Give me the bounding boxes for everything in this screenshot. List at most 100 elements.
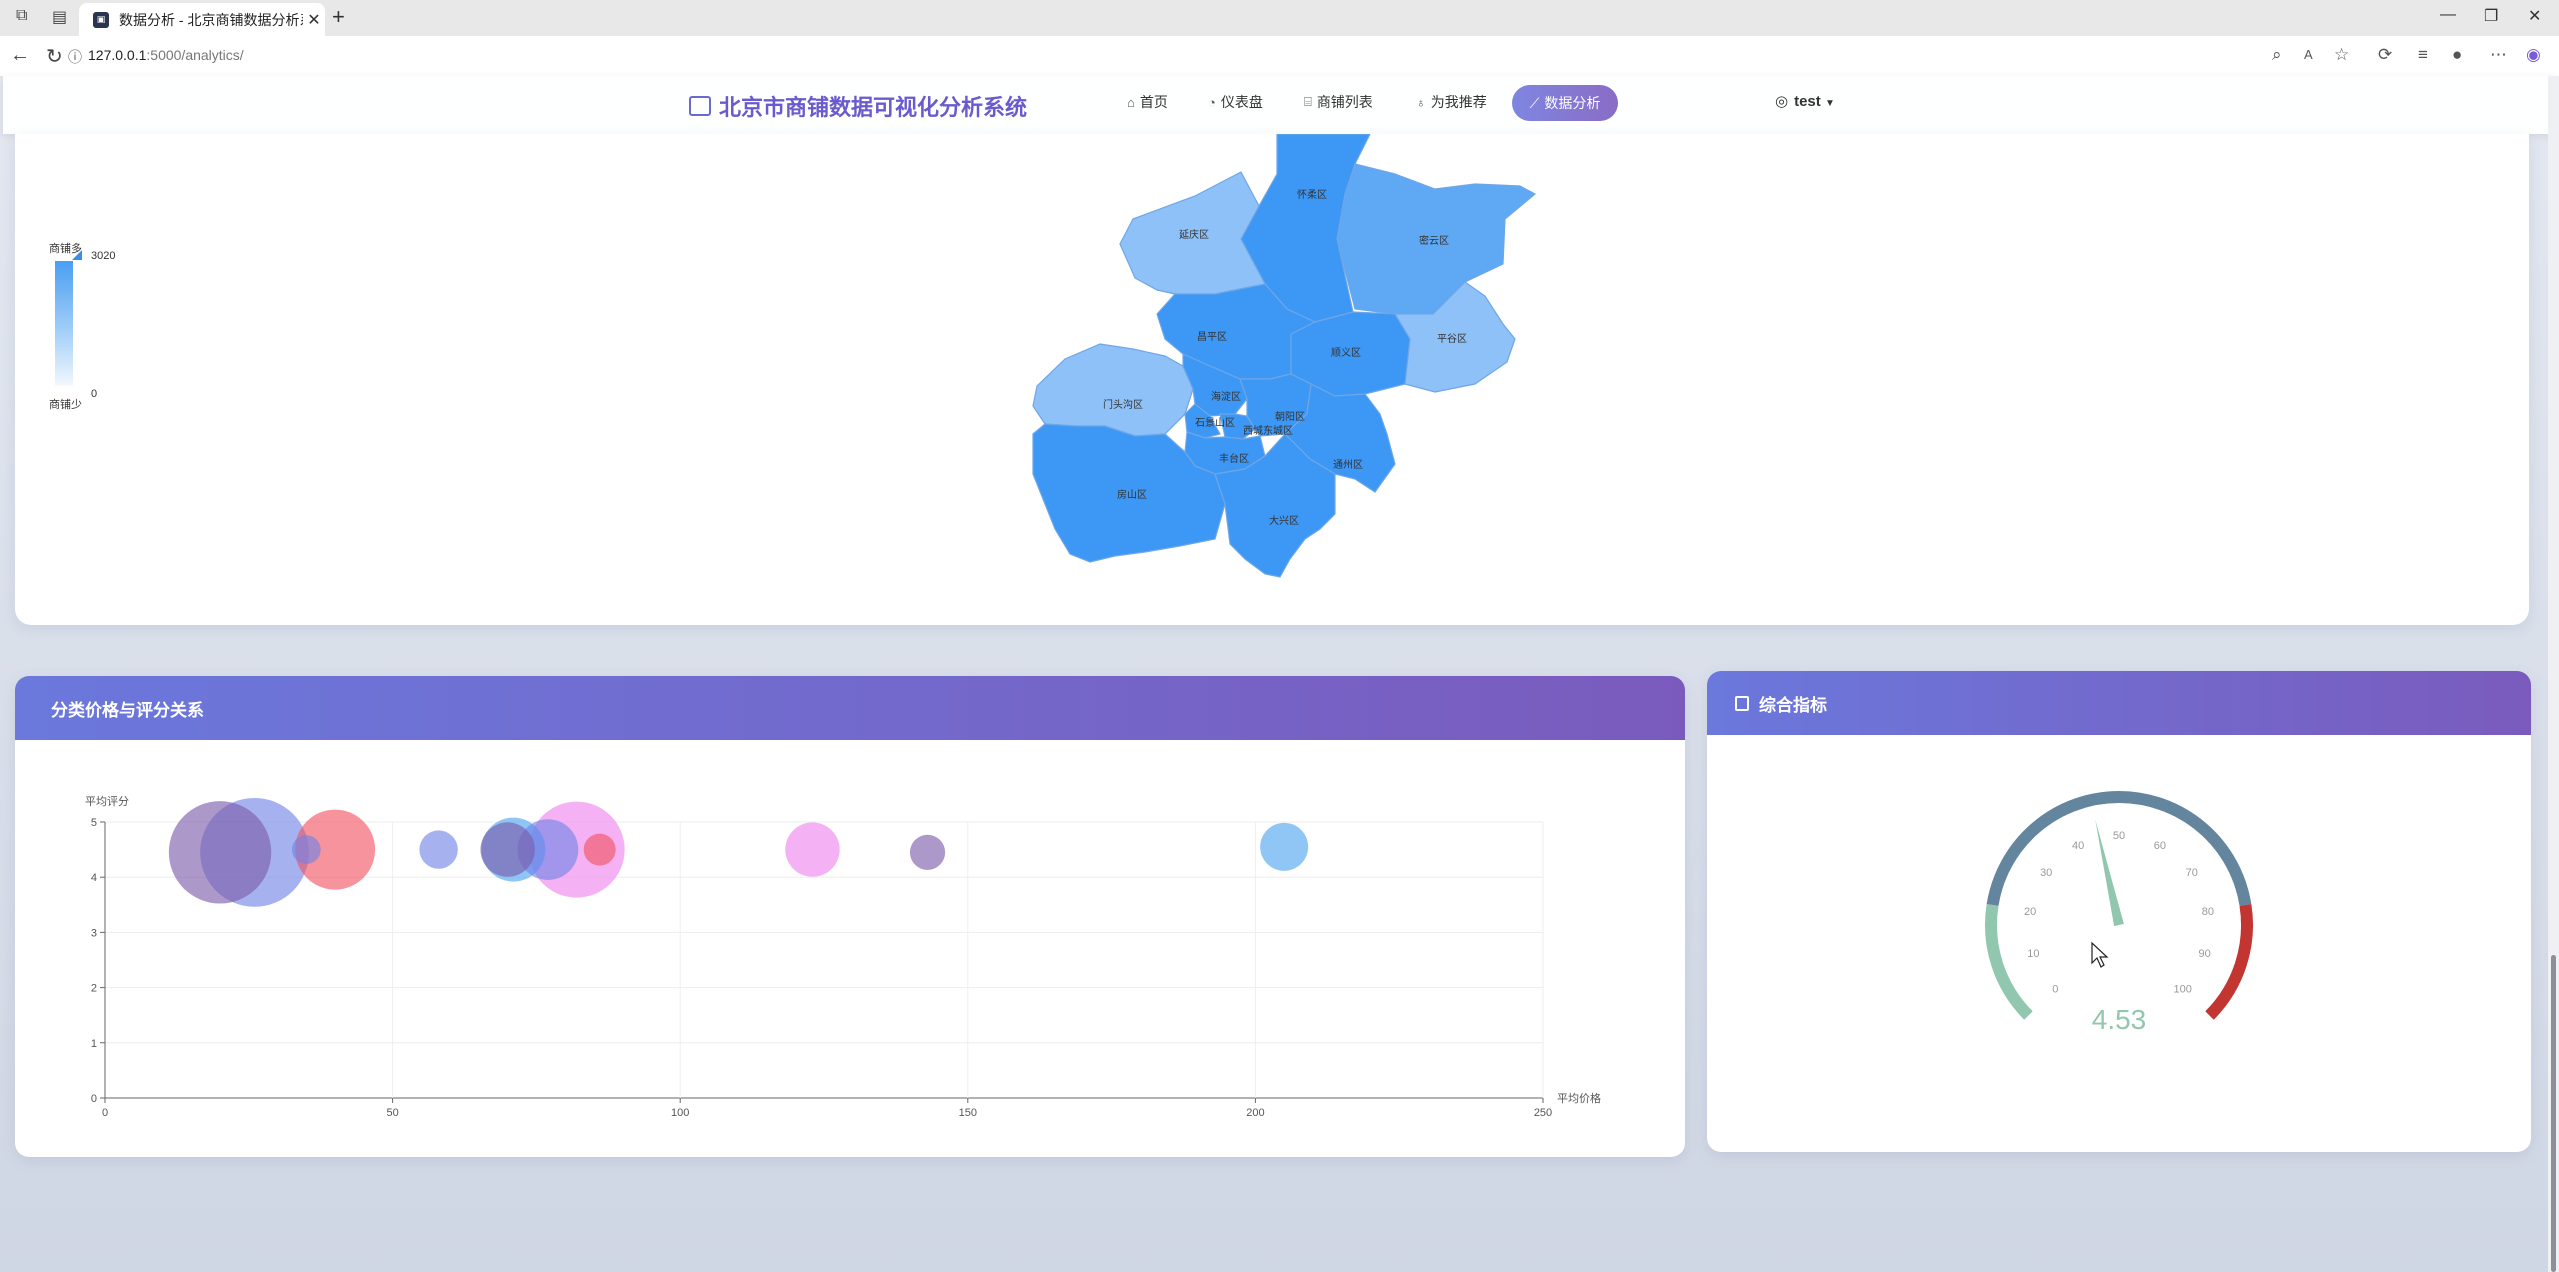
bubble-chart: 0123450 50 100 150 200 250平均评分平均价格 bbox=[85, 795, 1601, 1119]
bubble-point[interactable] bbox=[168, 801, 272, 904]
gauge-card: 综合指标 0 10 20 30 40 50 60 70 80 90 100 4.53 bbox=[1707, 671, 2531, 1152]
tab-actions-icon[interactable]: ▤ bbox=[52, 7, 67, 27]
gauge-tick-label: 80 bbox=[2202, 906, 2214, 918]
y-tick-label: 2 bbox=[91, 983, 97, 995]
favicon-icon: ▣ bbox=[93, 11, 109, 28]
more-icon[interactable]: ⋯ bbox=[2490, 45, 2507, 65]
x-axis-label: 平均价格 bbox=[1557, 1091, 1601, 1105]
minimize-icon[interactable]: — bbox=[2440, 6, 2456, 24]
bubble-point[interactable] bbox=[909, 834, 946, 870]
gauge-tick bbox=[2223, 872, 2230, 877]
gauge-tick bbox=[2161, 811, 2165, 818]
gauge-tick bbox=[2227, 883, 2234, 887]
nav-analytics-label: 数据分析 bbox=[1544, 95, 1601, 111]
gauge-tick bbox=[1997, 939, 2004, 941]
nav-recommend[interactable]: ♁ 为我推荐 bbox=[1416, 92, 1487, 112]
gauge-tick bbox=[2024, 998, 2030, 1004]
gauge-tick bbox=[2035, 835, 2040, 841]
collections-icon[interactable]: ≡ bbox=[2418, 45, 2428, 65]
bubble-point[interactable] bbox=[480, 822, 535, 877]
gauge-tick bbox=[2220, 980, 2227, 985]
gauge-tick bbox=[2205, 843, 2211, 849]
extensions-icon[interactable]: ⟳ bbox=[2378, 45, 2392, 65]
github-icon[interactable]: ● bbox=[2452, 45, 2462, 65]
dashboard-icon: ◔ bbox=[1208, 94, 1216, 110]
bubble-point[interactable] bbox=[419, 830, 458, 869]
scrollbar-thumb[interactable] bbox=[2551, 955, 2556, 1272]
copilot-icon[interactable]: ◉ bbox=[2526, 45, 2541, 65]
y-tick-label: 1 bbox=[91, 1038, 97, 1050]
favorite-star-icon[interactable]: ☆ bbox=[2334, 45, 2349, 65]
beijing-map bbox=[1032, 134, 1537, 578]
district-mentougou[interactable] bbox=[1032, 343, 1194, 437]
restore-icon[interactable]: ❐ bbox=[2484, 6, 2498, 26]
gauge-tick bbox=[2231, 894, 2238, 897]
nav-recommend-label: 为我推荐 bbox=[1430, 94, 1487, 110]
bubble-point[interactable] bbox=[1260, 822, 1309, 871]
store-icon: ⌸ bbox=[1304, 94, 1312, 109]
map-label-pinggu: 平谷区 bbox=[1437, 334, 1467, 345]
nav-dashboard[interactable]: ◔ 仪表盘 bbox=[1208, 92, 1263, 112]
gauge-tick bbox=[2218, 862, 2225, 867]
lightbulb-icon: ♁ bbox=[1416, 94, 1426, 110]
brand-title: 北京市商铺数据可视化分析系统 bbox=[719, 95, 1028, 120]
gauge-tick bbox=[2129, 803, 2131, 810]
bubble-point[interactable] bbox=[291, 835, 321, 864]
gauge-tick bbox=[2000, 894, 2007, 897]
caret-down-icon: ▼ bbox=[1824, 98, 1835, 109]
zoom-icon[interactable]: ⌕ bbox=[2272, 45, 2282, 65]
gauge-tick bbox=[2189, 828, 2195, 834]
bubble-chart-card: 分类价格与评分关系 0 1 2 3 4 5 0 50 100 150 200 250 平均评分 平均价格 bbox=[15, 676, 1685, 1157]
close-window-icon[interactable]: ✕ bbox=[2528, 6, 2541, 26]
user-menu[interactable]: ◎ test ▼ bbox=[1775, 92, 1835, 110]
new-tab-icon[interactable]: + bbox=[332, 4, 345, 30]
read-aloud-icon[interactable]: A bbox=[2304, 47, 2313, 62]
gauge-tick bbox=[2095, 805, 2098, 812]
gauge-tick bbox=[2006, 970, 2013, 974]
map-label-huairou: 怀柔区 bbox=[1297, 190, 1327, 201]
gauge-tick-label: 10 bbox=[2027, 948, 2039, 960]
map-label-changping: 昌平区 bbox=[1197, 332, 1227, 343]
gauge-tick bbox=[2168, 815, 2176, 828]
nav-home[interactable]: ⌂ 首页 bbox=[1127, 92, 1168, 112]
gauge-tick bbox=[1999, 949, 2006, 953]
y-tick-label: 4 bbox=[91, 872, 97, 884]
x-tick-label: 200 bbox=[1246, 1107, 1264, 1119]
gauge-tick bbox=[2062, 815, 2070, 828]
back-icon[interactable]: ← bbox=[10, 44, 30, 67]
workspaces-icon[interactable]: ⧉ bbox=[16, 7, 27, 25]
gauge-tick bbox=[2019, 852, 2031, 862]
x-tick-label: 250 bbox=[1534, 1107, 1552, 1119]
site-info-icon[interactable]: ⓘ bbox=[68, 47, 82, 67]
map-label-fangshan: 房山区 bbox=[1117, 490, 1147, 501]
gauge-tick-label: 60 bbox=[2154, 840, 2166, 852]
map-label-mentougou: 门头沟区 bbox=[1103, 400, 1143, 411]
nav-home-label: 首页 bbox=[1139, 94, 1168, 110]
gauge-tick bbox=[2084, 807, 2088, 814]
x-tick-label: 0 bbox=[102, 1107, 108, 1119]
nav-store-list[interactable]: ⌸ 商铺列表 bbox=[1304, 92, 1373, 112]
user-name: test bbox=[1794, 93, 1821, 110]
map-card: 商铺多 3020 0 商铺少 怀柔区 延庆区 密云区 昌平区 顺义区 平谷区 门… bbox=[15, 134, 2529, 625]
gauge-card-title: 综合指标 bbox=[1759, 695, 1827, 715]
gauge-tick-label: 90 bbox=[2198, 948, 2210, 960]
gauge-tick bbox=[2207, 852, 2219, 862]
bubble-point[interactable] bbox=[583, 833, 616, 866]
bubble-point[interactable] bbox=[785, 822, 840, 877]
map-label-xicheng-dongcheng: 西城东城区 bbox=[1243, 426, 1293, 437]
url-field[interactable]: 127.0.0.1:5000/analytics/ bbox=[88, 47, 244, 63]
gauge-tick-label: 50 bbox=[2113, 830, 2125, 842]
chart-icon: ⟋ bbox=[1529, 94, 1540, 111]
map-label-fengtai: 丰台区 bbox=[1219, 454, 1249, 465]
browser-tab-bar: ⧉ ▤ ▣ 数据分析 - 北京商铺数据分析系统 ✕ + — ❐ ✕ bbox=[0, 0, 2559, 36]
mouse-cursor-icon bbox=[2091, 941, 2109, 968]
browser-tab[interactable]: ▣ 数据分析 - 北京商铺数据分析系统 ✕ bbox=[79, 3, 325, 36]
brand[interactable]: 北京市商铺数据可视化分析系统 bbox=[689, 90, 1027, 122]
close-tab-icon[interactable]: ✕ bbox=[303, 10, 325, 30]
gauge-card-header: 综合指标 bbox=[1707, 671, 2531, 735]
refresh-icon[interactable]: ↻ bbox=[46, 44, 63, 69]
y-tick-label: 5 bbox=[91, 817, 97, 829]
nav-analytics[interactable]: ⟋ 数据分析 bbox=[1512, 85, 1618, 127]
gauge-tick bbox=[2208, 998, 2214, 1004]
gauge-tick bbox=[2225, 970, 2232, 974]
